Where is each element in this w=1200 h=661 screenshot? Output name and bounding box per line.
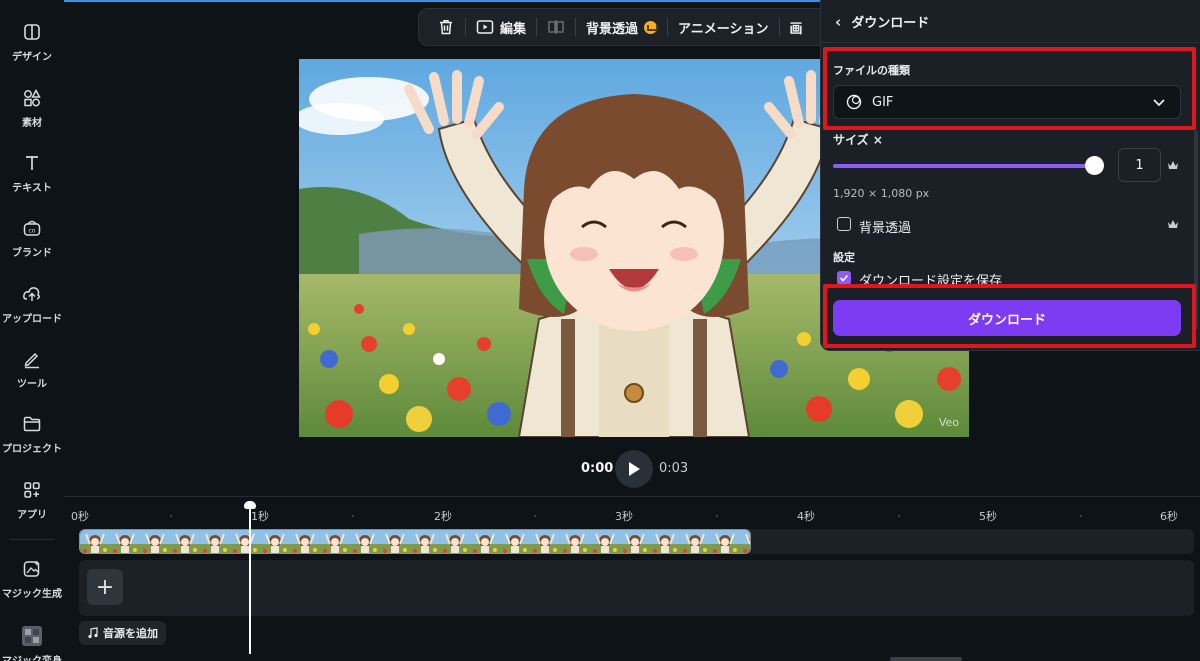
size-label: サイズ ×	[833, 133, 883, 147]
tick-dot	[1080, 515, 1082, 517]
left-sidebar: デザイン 素材 テキスト co ブランド アップロード ツール プロジェクト ア…	[0, 0, 64, 661]
sidebar-item-brand[interactable]: co ブランド	[0, 218, 64, 259]
sidebar-item-label: テキスト	[12, 183, 52, 194]
tick-label: 4秒	[797, 510, 815, 523]
brand-icon: co	[23, 220, 41, 236]
animation-button[interactable]: アニメーション	[668, 9, 778, 45]
sidebar-item-upload[interactable]: アップロード	[0, 284, 64, 325]
sidebar-divider	[10, 539, 54, 540]
playhead[interactable]	[249, 504, 251, 654]
sidebar-item-label: ブランド	[12, 248, 52, 259]
more-button[interactable]: 画	[780, 9, 813, 45]
total-time: 0:03	[659, 461, 689, 476]
crown-icon	[1168, 220, 1178, 228]
panel-divider	[821, 42, 1200, 43]
bg-remove-button[interactable]: 背景透過	[576, 9, 667, 45]
element-toolbar: 編集 背景透過 アニメーション 画	[418, 8, 838, 46]
tick-label: 1秒	[251, 510, 269, 523]
timeline-ruler[interactable]: 0秒 1秒 2秒 3秒 4秒 5秒 6秒	[0, 500, 1200, 526]
edit-label: 編集	[500, 21, 527, 37]
play-icon	[629, 462, 640, 476]
upload-icon	[23, 287, 41, 301]
svg-text:co: co	[29, 228, 36, 235]
trash-icon	[440, 20, 452, 35]
download-button-highlight	[823, 284, 1196, 348]
sidebar-item-design[interactable]: デザイン	[0, 22, 64, 63]
elements-icon	[24, 88, 41, 107]
tick-dot	[352, 515, 354, 517]
playback-controls: 0:00 0:03	[0, 449, 1200, 489]
current-time: 0:00	[581, 461, 614, 476]
text-icon	[26, 156, 38, 170]
tick-dot	[170, 515, 172, 517]
clip-thumbnails	[80, 530, 750, 553]
tools-icon	[24, 352, 39, 369]
premium-crown-icon	[644, 20, 659, 34]
size-slider[interactable]	[833, 164, 1095, 168]
crown-icon	[1168, 161, 1178, 169]
more-label: 画	[789, 21, 803, 37]
video-clip[interactable]	[79, 529, 751, 554]
bg-remove-label: 背景透過	[586, 21, 639, 37]
horizontal-scrollbar[interactable]	[890, 657, 962, 661]
sidebar-item-label: マジック生成	[2, 589, 62, 600]
design-icon	[24, 24, 40, 40]
file-type-highlight	[823, 47, 1196, 130]
add-audio-button[interactable]: 音源を追加	[79, 621, 166, 645]
magic-generate-icon	[23, 560, 40, 577]
flip-button[interactable]	[537, 9, 575, 45]
size-input[interactable]: 1	[1118, 148, 1161, 182]
sidebar-item-label: 素材	[22, 118, 42, 129]
chevron-left-icon: ‹	[835, 12, 842, 31]
sidebar-item-text[interactable]: テキスト	[0, 153, 64, 194]
flip-icon	[548, 20, 564, 34]
checkmark-icon	[839, 274, 849, 282]
tick-dot	[898, 515, 900, 517]
veo-watermark: Veo	[938, 416, 959, 429]
panel-back-button[interactable]: ‹ ダウンロード	[835, 12, 930, 32]
sidebar-item-tools[interactable]: ツール	[0, 349, 64, 390]
magic-morph-icon	[22, 626, 42, 646]
transparent-bg-label: 背景透過	[859, 221, 912, 236]
panel-title: ダウンロード	[851, 16, 930, 31]
transparent-bg-checkbox[interactable]	[837, 217, 851, 231]
plus-icon: +	[95, 574, 115, 600]
settings-label: 設定	[833, 251, 855, 264]
sidebar-item-elements[interactable]: 素材	[0, 88, 64, 129]
dimensions-label: 1,920 × 1,080 px	[833, 187, 930, 200]
save-settings-checkbox[interactable]	[837, 271, 851, 285]
add-track-button[interactable]: +	[87, 569, 123, 605]
edit-button[interactable]: 編集	[466, 9, 536, 45]
size-slider-handle[interactable]	[1085, 156, 1104, 175]
tick-label: 3秒	[615, 510, 633, 523]
playhead-handle[interactable]	[244, 501, 256, 509]
size-value: 1	[1135, 157, 1144, 173]
folder-icon	[23, 416, 41, 432]
timeline-border	[64, 496, 1200, 497]
tick-label: 5秒	[979, 510, 997, 523]
play-button[interactable]	[615, 450, 653, 488]
sidebar-item-label: マジック変身	[2, 652, 62, 661]
music-note-icon	[88, 627, 98, 639]
video-play-icon	[476, 20, 494, 34]
animation-label: アニメーション	[678, 21, 769, 37]
tick-dot	[716, 515, 718, 517]
add-audio-label: 音源を追加	[103, 627, 158, 640]
tick-label: 0秒	[71, 510, 89, 523]
sidebar-item-magic-morph[interactable]: マジック変身	[0, 626, 64, 661]
sidebar-item-magic-generate[interactable]: マジック生成	[0, 559, 64, 600]
sidebar-item-label: ツール	[17, 379, 47, 390]
tick-label: 2秒	[434, 510, 452, 523]
delete-button[interactable]	[427, 9, 465, 45]
empty-track[interactable]	[79, 560, 1194, 616]
tick-label: 6秒	[1160, 510, 1178, 523]
sidebar-item-label: アップロード	[2, 314, 62, 325]
sidebar-item-label: デザイン	[12, 52, 52, 63]
tick-dot	[534, 515, 536, 517]
